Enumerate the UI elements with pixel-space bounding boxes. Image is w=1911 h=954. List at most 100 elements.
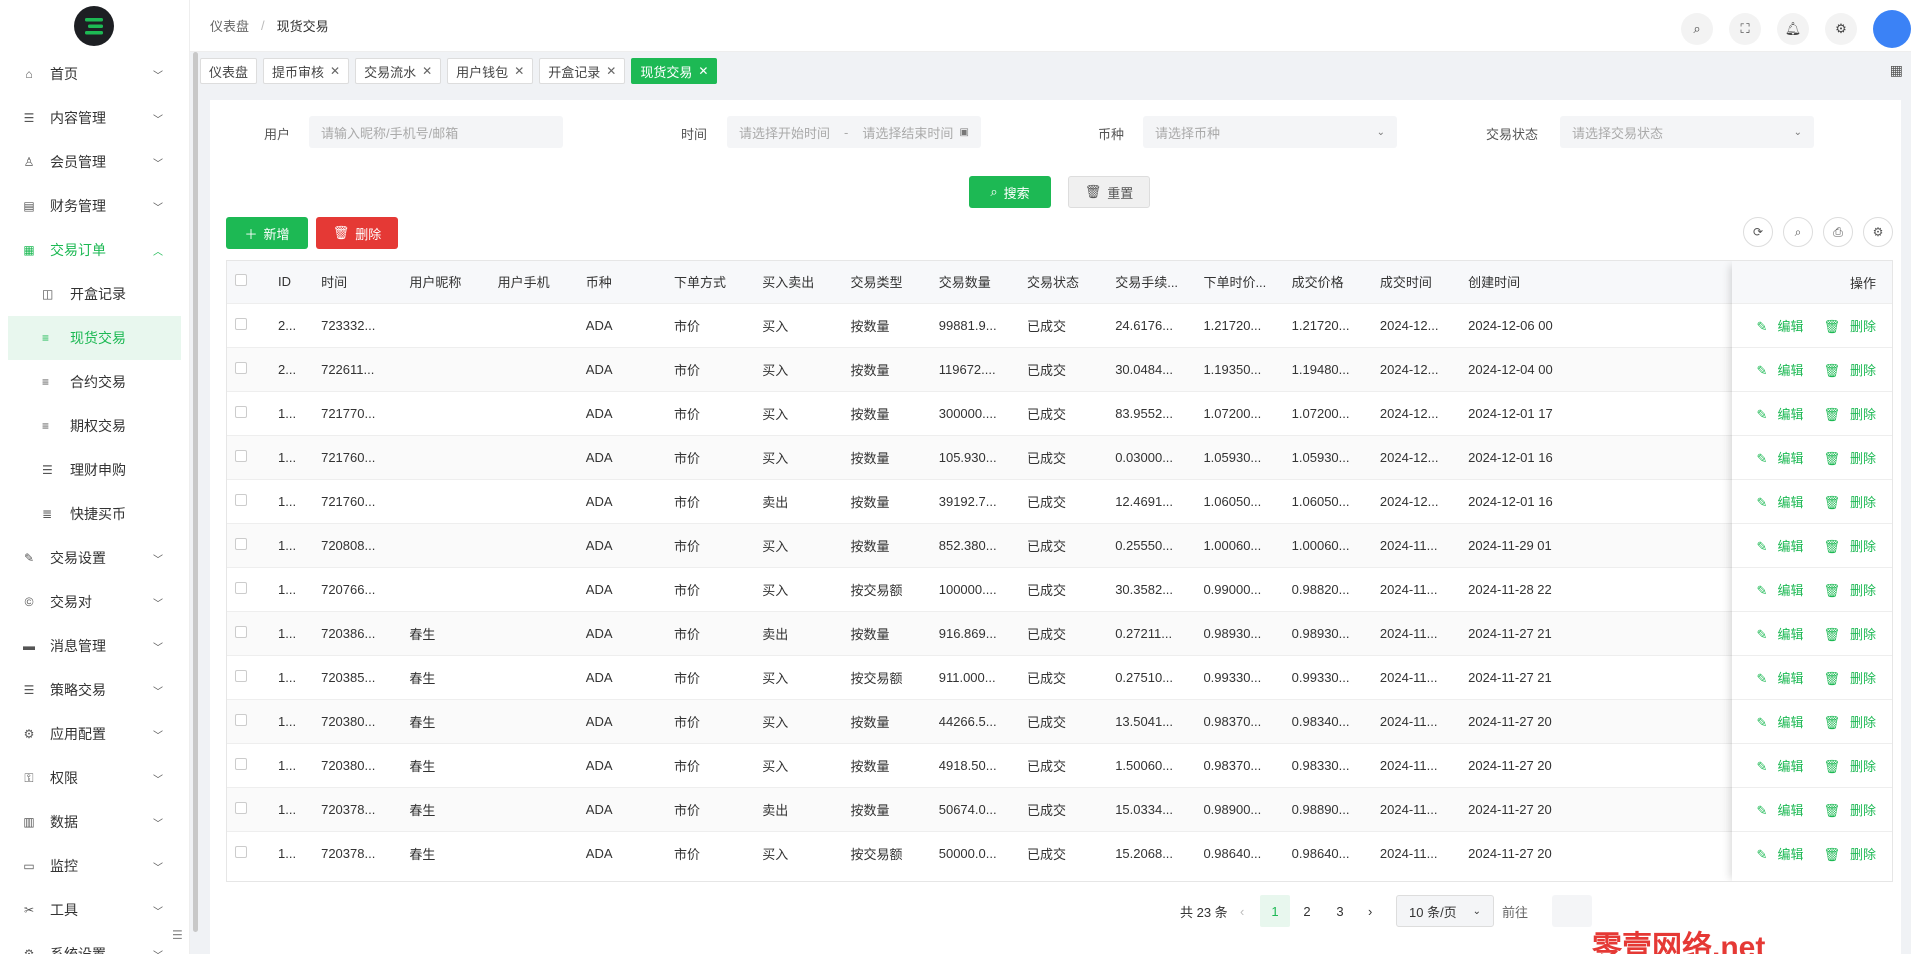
sidebar-item[interactable]: ⚙ 系统设置 ﹀ xyxy=(0,932,189,954)
column-header[interactable]: 币种 xyxy=(578,261,666,303)
sidebar-item[interactable]: ▤ 财务管理 ﹀ xyxy=(0,184,189,228)
tab[interactable]: 提币审核 ✕ xyxy=(263,58,350,84)
next-page-icon[interactable]: › xyxy=(1368,895,1372,927)
sidebar-item[interactable]: © 交易对 ﹀ xyxy=(0,580,189,624)
edit-link[interactable]: ✎ 编辑 xyxy=(1747,844,1804,863)
close-icon[interactable]: ✕ xyxy=(606,64,616,78)
gear-icon[interactable]: ⚙ xyxy=(1863,217,1893,247)
prev-page-icon[interactable]: ‹ xyxy=(1240,895,1244,927)
delete-link[interactable]: 🗑︎ 删除 xyxy=(1813,404,1876,423)
edit-link[interactable]: ✎ 编辑 xyxy=(1747,624,1804,643)
delete-link[interactable]: 🗑︎ 删除 xyxy=(1813,448,1876,467)
table-row[interactable]: 1... 720378... 春生 ADA 市价 卖出 按数量 50674.0... 已成交 15… xyxy=(227,787,1892,831)
table-row[interactable]: 1... 721760... ADA 市价 买入 按数量 105.930... 已成交 0.03… xyxy=(227,435,1892,479)
column-header[interactable]: 交易类型 xyxy=(843,261,931,303)
column-header[interactable]: 交易数量 xyxy=(931,261,1019,303)
search-icon[interactable]: ⌕ xyxy=(1681,13,1713,45)
row-checkbox[interactable] xyxy=(235,801,247,814)
column-header[interactable]: 交易状态 xyxy=(1019,261,1107,303)
tab[interactable]: 交易流水 ✕ xyxy=(355,58,442,84)
column-header[interactable]: 交易手续... xyxy=(1107,261,1195,303)
fullscreen-icon[interactable]: ⛶ xyxy=(1729,13,1761,45)
edit-link[interactable]: ✎ 编辑 xyxy=(1747,668,1804,687)
delete-link[interactable]: 🗑︎ 删除 xyxy=(1813,844,1876,863)
tab[interactable]: 现货交易 ✕ xyxy=(631,58,718,84)
edit-link[interactable]: ✎ 编辑 xyxy=(1747,448,1804,467)
sidebar-item[interactable]: ⚿ 权限 ﹀ xyxy=(0,756,189,800)
user-search-input[interactable]: 请输入昵称/手机号/邮箱 xyxy=(309,116,563,148)
time-range-picker[interactable]: 请选择开始时间 - 请选择结束时间 ▣ xyxy=(727,116,981,148)
sidebar-item[interactable]: ⚙ 应用配置 ﹀ xyxy=(0,712,189,756)
row-checkbox[interactable] xyxy=(235,581,247,594)
row-checkbox[interactable] xyxy=(235,625,247,638)
sidebar-item[interactable]: ⌂ 首页 ﹀ xyxy=(0,52,189,96)
delete-link[interactable]: 🗑︎ 删除 xyxy=(1813,712,1876,731)
tab[interactable]: 用户钱包 ✕ xyxy=(447,58,534,84)
delete-link[interactable]: 🗑︎ 删除 xyxy=(1813,756,1876,775)
sidebar-item[interactable]: ✎ 交易设置 ﹀ xyxy=(0,536,189,580)
sidebar-subitem[interactable]: ≡ 期权交易 xyxy=(0,404,189,448)
table-row[interactable]: 1... 721770... ADA 市价 买入 按数量 300000.... 已成交 83.9… xyxy=(227,391,1892,435)
sidebar-item[interactable]: ▬ 消息管理 ﹀ xyxy=(0,624,189,668)
edit-link[interactable]: ✎ 编辑 xyxy=(1747,712,1804,731)
column-header[interactable]: 成交价格 xyxy=(1284,261,1372,303)
refresh-icon[interactable]: ⟳ xyxy=(1743,217,1773,247)
table-row[interactable]: 1... 720380... 春生 ADA 市价 买入 按数量 44266.5... 已成交 13… xyxy=(227,699,1892,743)
breadcrumb-parent[interactable]: 仪表盘 xyxy=(210,16,249,35)
table-row[interactable]: 1... 720808... ADA 市价 买入 按数量 852.380... 已成交 0.25… xyxy=(227,523,1892,567)
row-checkbox[interactable] xyxy=(235,757,247,770)
edit-link[interactable]: ✎ 编辑 xyxy=(1747,536,1804,555)
reset-button[interactable]: 🗑︎ 重置 xyxy=(1068,176,1150,208)
page-number[interactable]: 1 xyxy=(1260,895,1290,927)
status-select[interactable]: 请选择交易状态 ⌄ xyxy=(1560,116,1814,148)
close-icon[interactable]: ✕ xyxy=(514,64,524,78)
grid-icon[interactable]: ▦ xyxy=(1890,62,1903,79)
row-checkbox[interactable] xyxy=(235,493,247,506)
sidebar-item[interactable]: ♙ 会员管理 ﹀ xyxy=(0,140,189,184)
logo-icon[interactable] xyxy=(74,6,114,46)
sidebar-scrollbar[interactable] xyxy=(193,52,198,932)
edit-link[interactable]: ✎ 编辑 xyxy=(1747,800,1804,819)
delete-link[interactable]: 🗑︎ 删除 xyxy=(1813,624,1876,643)
table-row[interactable]: 1... 720380... 春生 ADA 市价 买入 按数量 4918.50... 已成交 1.… xyxy=(227,743,1892,787)
sidebar-item[interactable]: ▦ 交易订单 ︿ xyxy=(0,228,189,272)
column-header[interactable]: 用户昵称 xyxy=(401,261,489,303)
delete-link[interactable]: 🗑︎ 删除 xyxy=(1813,536,1876,555)
sidebar-subitem[interactable]: ◫ 开盒记录 xyxy=(0,272,189,316)
column-header[interactable]: 用户手机 xyxy=(490,261,578,303)
delete-button[interactable]: 🗑︎ 删除 xyxy=(316,217,398,249)
delete-link[interactable]: 🗑︎ 删除 xyxy=(1813,580,1876,599)
search-icon[interactable]: ⌕ xyxy=(1783,217,1813,247)
row-checkbox[interactable] xyxy=(235,537,247,550)
sidebar-subitem[interactable]: ≡ 现货交易 xyxy=(8,316,181,360)
page-size-select[interactable]: 10 条/页 ⌄ xyxy=(1396,895,1494,927)
sidebar-item[interactable]: ✂ 工具 ﹀ xyxy=(0,888,189,932)
column-header[interactable]: 创建时间 xyxy=(1460,261,1611,303)
sidebar-item[interactable]: ▭ 监控 ﹀ xyxy=(0,844,189,888)
bell-icon[interactable]: 🔔︎ xyxy=(1777,13,1809,45)
row-checkbox[interactable] xyxy=(235,669,247,682)
column-header[interactable]: ID xyxy=(270,261,313,303)
row-checkbox[interactable] xyxy=(235,449,247,462)
table-row[interactable]: 2... 723332... ADA 市价 买入 按数量 99881.9... 已成交 24.6… xyxy=(227,303,1892,347)
sidebar-subitem[interactable]: ☰ 理财申购 xyxy=(0,448,189,492)
row-checkbox[interactable] xyxy=(235,713,247,726)
page-number[interactable]: 2 xyxy=(1292,895,1322,927)
close-icon[interactable]: ✕ xyxy=(330,64,340,78)
row-checkbox[interactable] xyxy=(235,317,247,330)
gear-icon[interactable]: ⚙ xyxy=(1825,13,1857,45)
column-header[interactable]: 成交时间 xyxy=(1372,261,1460,303)
search-button[interactable]: ⌕ 搜索 xyxy=(969,176,1051,208)
sidebar-item[interactable]: ☰ 内容管理 ﹀ xyxy=(0,96,189,140)
edit-link[interactable]: ✎ 编辑 xyxy=(1747,316,1804,335)
tab[interactable]: 仪表盘 xyxy=(200,58,258,84)
row-checkbox[interactable] xyxy=(235,405,247,418)
goto-page-input[interactable] xyxy=(1552,895,1592,927)
delete-link[interactable]: 🗑︎ 删除 xyxy=(1813,668,1876,687)
edit-link[interactable]: ✎ 编辑 xyxy=(1747,756,1804,775)
sidebar-subitem[interactable]: ≡ 合约交易 xyxy=(0,360,189,404)
column-header[interactable]: 下单时价... xyxy=(1195,261,1283,303)
table-row[interactable]: 1... 720766... ADA 市价 买入 按交易额 100000.... 已成交 30.… xyxy=(227,567,1892,611)
table-row[interactable]: 1... 720386... 春生 ADA 市价 卖出 按数量 916.869... 已成交 0.… xyxy=(227,611,1892,655)
avatar[interactable] xyxy=(1873,10,1911,48)
